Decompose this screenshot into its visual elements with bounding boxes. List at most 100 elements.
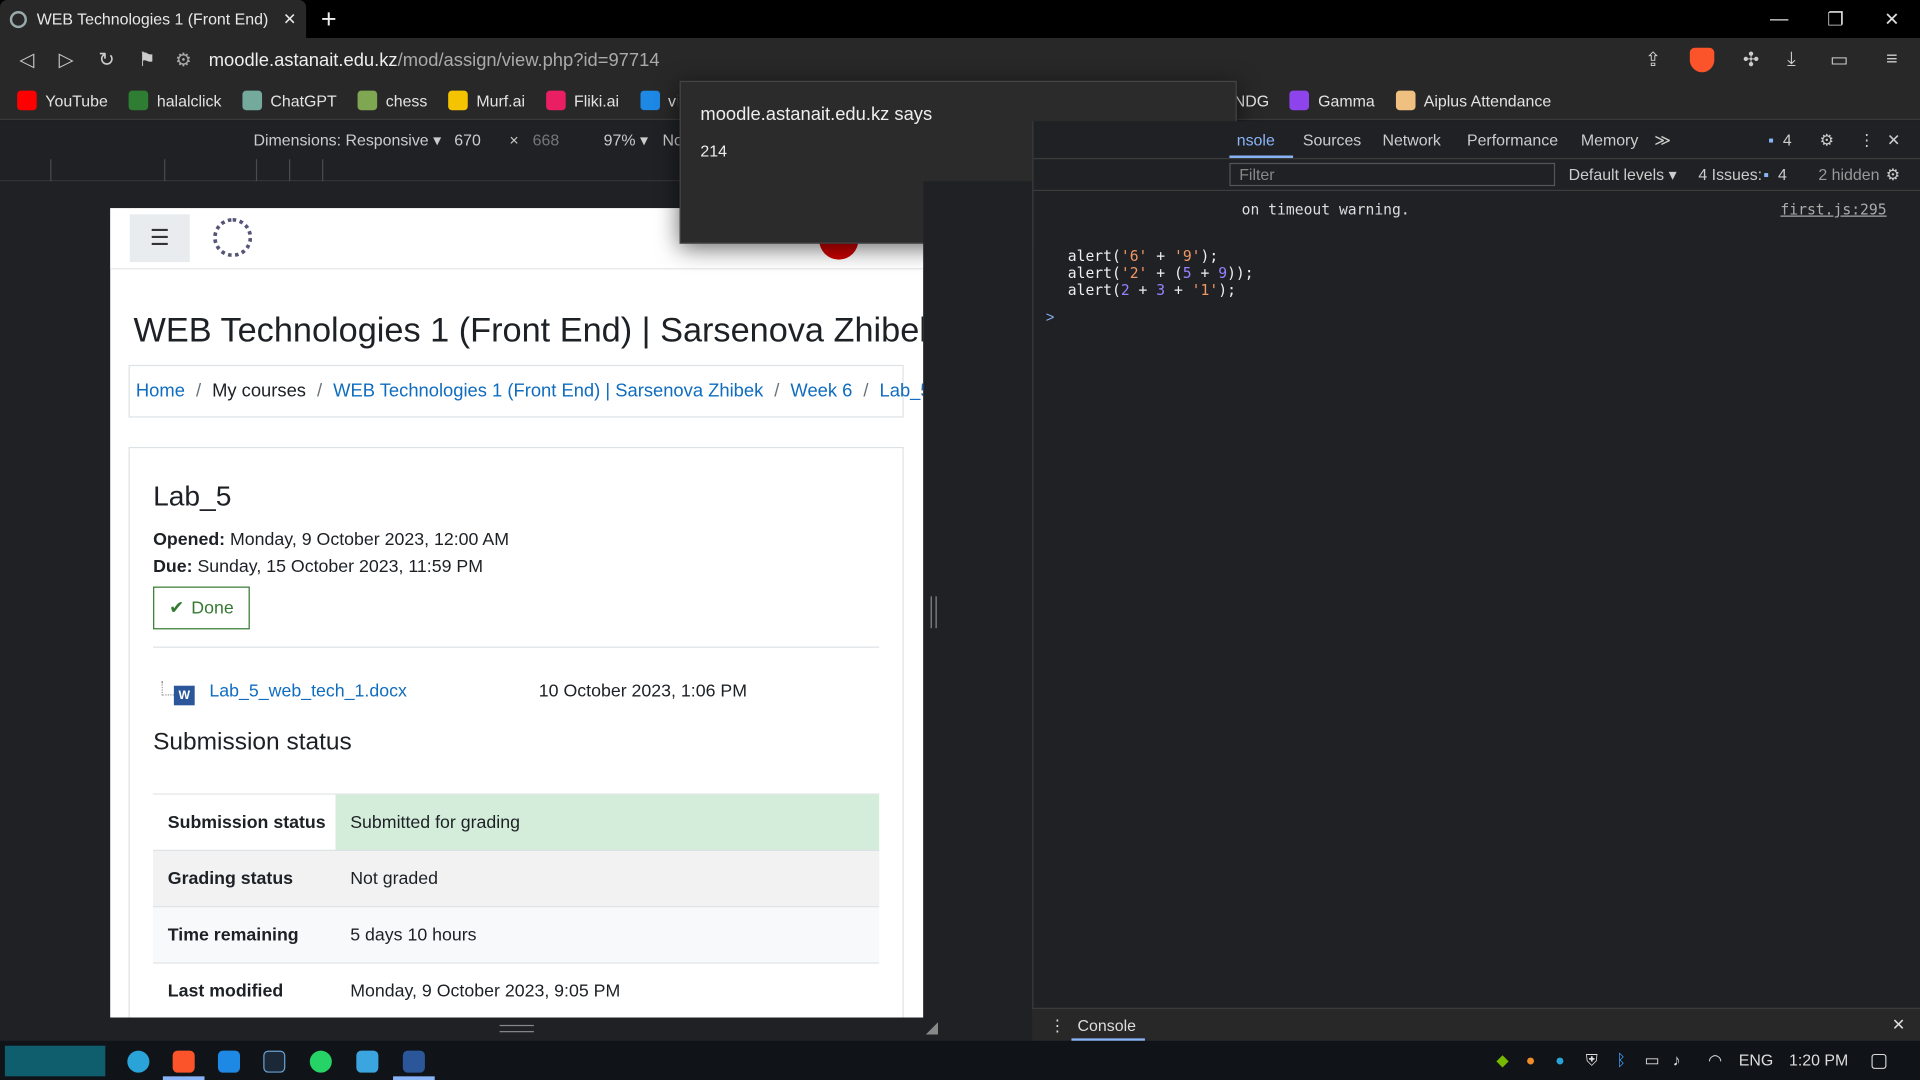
bookmark-favicon-icon [242, 90, 262, 111]
close-devtools-icon[interactable]: ✕ [1887, 131, 1900, 151]
opened-value: Monday, 9 October 2023, 12:00 AM [230, 530, 510, 550]
bookmark-label: Fliki.ai [573, 91, 620, 110]
status-label: Last modified [153, 963, 336, 1018]
file-date: 10 October 2023, 1:06 PM [538, 682, 748, 702]
notifications-icon[interactable]: ▢ [1870, 1048, 1889, 1072]
course-title: WEB Technologies 1 (Front End) | Sarseno… [133, 311, 924, 349]
height-input[interactable]: 668 [533, 131, 560, 149]
bookmark-favicon-icon [448, 90, 468, 111]
bookmark-youtube[interactable]: YouTube [17, 90, 108, 111]
warning-text: on timeout warning. [1241, 200, 1410, 218]
forward-icon[interactable]: ▷ [47, 38, 86, 82]
bookmark-favicon-icon [357, 90, 378, 111]
hamburger-menu-icon[interactable]: ☰ [129, 214, 190, 263]
menu-icon[interactable]: ≡ [1872, 38, 1911, 82]
bluetooth-icon[interactable]: ᛒ [1616, 1051, 1626, 1069]
nvidia-icon[interactable]: ◆ [1496, 1051, 1508, 1071]
astana-it-logo[interactable] [213, 217, 253, 258]
telegram-icon[interactable] [127, 1050, 150, 1073]
console-prompt[interactable]: > [1046, 309, 1055, 326]
volume-icon[interactable]: ♪ [1673, 1051, 1681, 1069]
whatsapp-icon[interactable] [309, 1050, 332, 1073]
wifi-icon[interactable]: ◠ [1708, 1051, 1722, 1071]
bookmark-favicon-icon [1395, 90, 1416, 111]
source-link[interactable]: first.js:295 [1780, 201, 1886, 218]
issues-label[interactable]: 4 Issues: [1698, 165, 1762, 183]
due-date: Due: Sunday, 15 October 2023, 11:59 PM [153, 557, 483, 577]
brave-icon[interactable] [172, 1050, 195, 1073]
tray-app-icon[interactable]: ● [1526, 1051, 1536, 1069]
file-link[interactable]: Lab_5_web_tech_1.docx [209, 682, 406, 702]
download-icon[interactable]: ⤓ [1772, 38, 1811, 82]
bookmark-fliki-ai[interactable]: Fliki.ai [545, 90, 620, 111]
breadcrumb-separator: / [774, 380, 780, 402]
bookmark-chatgpt[interactable]: ChatGPT [242, 90, 337, 111]
word-icon[interactable] [402, 1050, 425, 1073]
submission-status-heading: Submission status [153, 728, 352, 756]
reload-icon[interactable]: ↻ [87, 38, 126, 82]
telegram-tray-icon[interactable]: ● [1555, 1051, 1565, 1069]
steam-icon[interactable] [263, 1050, 286, 1073]
settings-icon[interactable]: ⚙ [1820, 131, 1834, 151]
close-window-icon[interactable]: ✕ [1864, 0, 1920, 38]
new-tab-button[interactable]: + [321, 4, 337, 36]
brave-shields-icon[interactable] [1689, 47, 1715, 73]
bookmark-gamma[interactable]: Gamma [1289, 90, 1375, 111]
bookmark-chess[interactable]: chess [357, 90, 427, 111]
issues-icon: ▪ [1763, 165, 1769, 184]
site-info-icon[interactable]: ⚙ [175, 49, 191, 71]
address-bar[interactable]: ⚙ moodle.astanait.edu.kz/mod/assign/view… [175, 44, 1687, 76]
battery-icon[interactable]: ▭ [1645, 1051, 1660, 1071]
corner-resize-icon[interactable]: ◢ [926, 1018, 938, 1038]
tab-close-icon[interactable]: ✕ [283, 9, 296, 29]
close-drawer-icon[interactable]: ✕ [1892, 1015, 1905, 1035]
bookmark-ndg[interactable]: NDG [1234, 91, 1269, 109]
drawer-tab-console[interactable]: Console [1078, 1016, 1136, 1034]
bookmark-murf-ai[interactable]: Murf.ai [448, 90, 525, 111]
zoom-select[interactable]: 97% ▾ [604, 131, 648, 151]
breadcrumb-home[interactable]: Home [136, 381, 185, 402]
breadcrumb-course[interactable]: WEB Technologies 1 (Front End) | Sarseno… [333, 381, 763, 402]
browser-tab[interactable]: WEB Technologies 1 (Front End) | ✕ [0, 0, 307, 38]
tab-console[interactable]: nsole [1237, 131, 1275, 149]
share-icon[interactable]: ⇪ [1633, 38, 1672, 82]
assignment-title: Lab_5 [153, 480, 232, 512]
done-button[interactable]: ✔ Done [153, 586, 250, 630]
log-levels-select[interactable]: Default levels ▾ [1569, 165, 1677, 185]
opened-date: Opened: Monday, 9 October 2023, 12:00 AM [153, 530, 509, 550]
bookmark-icon[interactable]: ⚑ [127, 38, 166, 82]
restore-icon[interactable]: ❐ [1807, 0, 1863, 38]
extensions-icon[interactable]: ✣ [1731, 38, 1770, 82]
resize-handle[interactable] [930, 596, 937, 629]
wallet-icon[interactable]: ▭ [1820, 38, 1859, 82]
width-input[interactable]: 670 [454, 131, 481, 149]
dimensions-select[interactable]: Dimensions: Responsive ▾ [253, 131, 441, 151]
bookmark-vidiq[interactable]: vidIQ [639, 90, 677, 111]
tab-performance[interactable]: Performance [1467, 131, 1558, 149]
messages-icon[interactable]: ▪ [1768, 131, 1774, 149]
minimize-icon[interactable]: — [1751, 0, 1807, 38]
back-icon[interactable]: ◁ [7, 38, 46, 82]
breadcrumb: Home / My courses / WEB Technologies 1 (… [128, 364, 923, 418]
url-path: /mod/assign/view.php?id=97714 [397, 49, 660, 71]
taskbar-wallpaper-thumb [4, 1045, 106, 1077]
language-indicator[interactable]: ENG [1739, 1051, 1773, 1069]
more-tabs-icon[interactable]: ≫ [1654, 131, 1671, 151]
drawer-menu-icon[interactable]: ⋮ [1049, 1016, 1065, 1036]
tab-sources[interactable]: Sources [1303, 131, 1361, 149]
console-settings-icon[interactable]: ⚙ [1886, 165, 1900, 185]
vscode-icon[interactable] [217, 1050, 241, 1073]
breadcrumb-week[interactable]: Week 6 [790, 381, 852, 402]
bottom-resize-handle[interactable] [499, 1024, 534, 1033]
clock[interactable]: 1:20 PM [1789, 1051, 1848, 1069]
status-value: Submitted for grading [335, 794, 880, 852]
kebab-menu-icon[interactable]: ⋮ [1859, 131, 1875, 151]
security-icon[interactable]: ⛨ [1586, 1051, 1598, 1071]
l-app-icon[interactable] [356, 1050, 379, 1073]
breadcrumb-lab[interactable]: Lab_5 [880, 381, 924, 402]
tab-memory[interactable]: Memory [1581, 131, 1638, 149]
tab-network[interactable]: Network [1382, 131, 1440, 149]
resize-bar: ◢ [0, 1017, 1033, 1041]
bookmark-halalclick[interactable]: halalclick [128, 90, 221, 111]
bookmark-aiplus-attendance[interactable]: Aiplus Attendance [1395, 90, 1551, 111]
